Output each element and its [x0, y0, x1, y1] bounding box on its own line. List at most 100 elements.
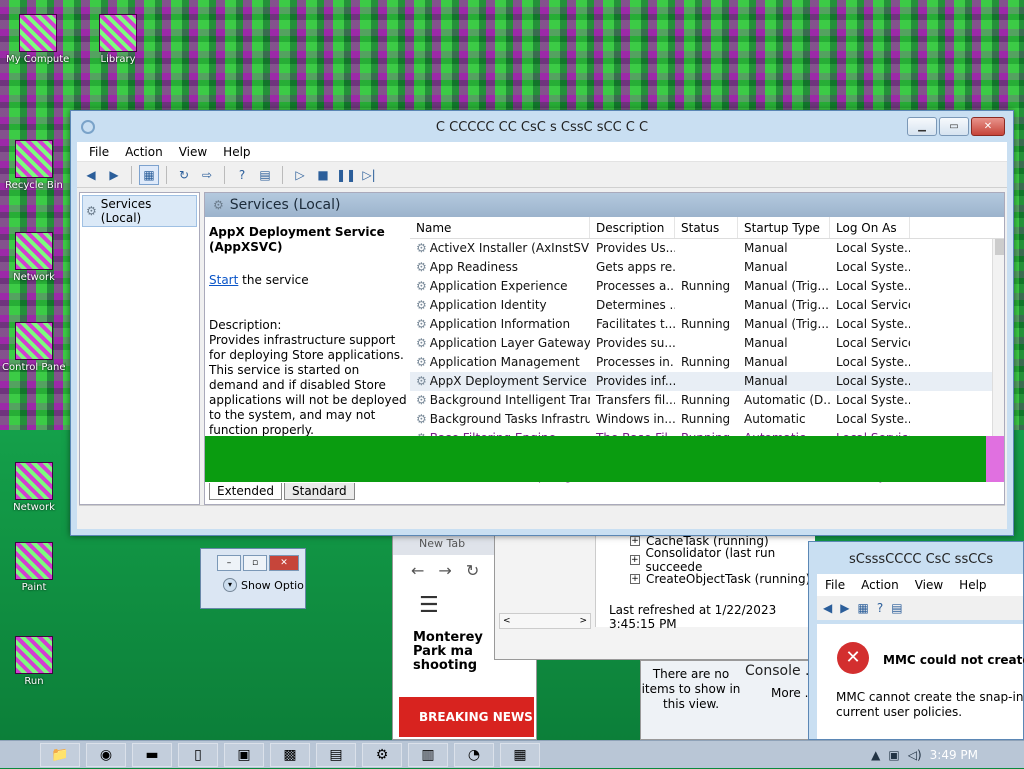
column-header-description[interactable]: Description — [590, 217, 675, 238]
help-icon[interactable]: ? — [232, 165, 252, 185]
reload-icon[interactable]: ↻ — [466, 561, 479, 580]
service-row[interactable]: ⚙ Application Layer Gateway ... Provides s… — [410, 334, 1004, 353]
service-row[interactable]: ⚙ App Readiness Gets apps re... Manual Local… — [410, 258, 1004, 277]
menu-action[interactable]: Action — [117, 145, 171, 159]
service-row[interactable]: ⚙ Application Identity Determines ... Manua… — [410, 296, 1004, 315]
task-scheduler-window[interactable]: + CacheTask (running) + Consolidator (last… — [494, 530, 815, 660]
breaking-news-banner[interactable]: BREAKING NEWS — [399, 697, 534, 737]
desktop-icon-recycle-bin[interactable]: Recycle Bin — [2, 140, 66, 191]
command-prompt-icon[interactable]: ▬ — [132, 742, 172, 767]
start-button[interactable] — [0, 741, 40, 769]
tab-extended[interactable]: Extended — [209, 483, 282, 500]
services-window[interactable]: C CCCCC CC CsC s CssC sCC C C ▁ ▭ ✕ File… — [70, 110, 1014, 536]
service-row[interactable]: ⚙ Application Management Processes in... Ru… — [410, 353, 1004, 372]
stop-service-icon[interactable]: ■ — [313, 165, 333, 185]
chrome-icon[interactable]: ◉ — [86, 742, 126, 767]
back-arrow-icon[interactable]: ◀ — [81, 165, 101, 185]
network-icon[interactable]: ▣ — [888, 748, 899, 762]
gear-icon: ⚙ — [416, 336, 427, 350]
forward-arrow-icon[interactable]: → — [438, 561, 451, 580]
mmc-error-window[interactable]: sCsssCCCC CsC ssCCs File Action View Hel… — [808, 541, 1024, 740]
minimize-button[interactable]: – — [217, 555, 241, 571]
service-cell-logon: Local Syste... — [836, 393, 910, 407]
clock-app-icon[interactable]: ◔ — [454, 742, 494, 767]
service-row[interactable]: ⚙ Background Tasks Infrastru... Windows in… — [410, 410, 1004, 429]
service-row[interactable]: ⚙ Background Intelligent Tran... Transfers… — [410, 391, 1004, 410]
service-row[interactable]: ⚙ AppX Deployment Service (... Provides in… — [410, 372, 1004, 391]
task-item[interactable]: + Consolidator (last run succeede — [596, 546, 815, 574]
task-scheduler-icon[interactable]: ▦ — [500, 742, 540, 767]
service-cell-name: ⚙ App Readiness — [416, 260, 519, 274]
more-actions-link[interactable]: More . — [771, 686, 808, 700]
desktop-icon-paint[interactable]: Paint — [2, 542, 66, 593]
export-list-icon[interactable]: ⇨ — [197, 165, 217, 185]
desktop-icon-run[interactable]: Run — [2, 636, 66, 687]
desktop-icon-control-panel[interactable]: Control Panel — [2, 322, 66, 373]
column-header-log-on-as[interactable]: Log On As — [830, 217, 910, 238]
expand-icon[interactable]: + — [630, 535, 640, 546]
remote-desktop-icon[interactable]: ▣ — [224, 742, 264, 767]
task-item[interactable]: + CreateObjectTask (running) — [596, 569, 815, 588]
file-explorer-icon[interactable]: 📁 — [40, 742, 80, 767]
services-taskbar-icon[interactable]: ⚙ — [362, 742, 402, 767]
tab-standard[interactable]: Standard — [284, 483, 355, 500]
properties-icon[interactable]: ▤ — [255, 165, 275, 185]
menu-action[interactable]: Action — [853, 578, 907, 592]
mmc-taskbar-icon[interactable]: ▥ — [408, 742, 448, 767]
desktop-icon-my-computer[interactable]: My Computer — [6, 14, 70, 65]
horizontal-scrollbar[interactable]: < > — [499, 613, 591, 629]
minimize-button[interactable]: ▁ — [907, 117, 937, 136]
menu-help[interactable]: Help — [215, 145, 258, 159]
back-arrow-icon[interactable]: ← — [411, 561, 424, 580]
desktop-icon-network[interactable]: Network — [2, 232, 66, 283]
restore-button[interactable]: ▫ — [243, 555, 267, 571]
expand-icon[interactable]: + — [630, 554, 640, 565]
show-options-toggle[interactable]: ▾ Show Optio — [223, 578, 304, 592]
service-row[interactable]: ⚙ Application Information Facilitates t...… — [410, 315, 1004, 334]
console-window[interactable]: There are no items to show in this view.… — [640, 660, 815, 740]
toolbox-icon[interactable]: ▩ — [270, 742, 310, 767]
desktop-icon-network-2[interactable]: Network — [2, 462, 66, 513]
expand-icon[interactable]: + — [630, 573, 640, 584]
service-cell-startup: Manual (Trig... — [744, 279, 829, 293]
volume-icon[interactable]: ◁) — [908, 748, 922, 762]
menu-file[interactable]: File — [81, 145, 117, 159]
service-row[interactable]: ⚙ ActiveX Installer (AxInstSV) Provides Us… — [410, 239, 1004, 258]
pause-service-icon[interactable]: ❚❚ — [336, 165, 356, 185]
desktop-icon-library[interactable]: Library — [86, 14, 150, 65]
back-arrow-icon[interactable]: ◀ — [823, 601, 832, 615]
menu-help[interactable]: Help — [951, 578, 994, 592]
restart-service-icon[interactable]: ▷| — [359, 165, 379, 185]
clock[interactable]: 3:49 PM — [930, 748, 978, 762]
forward-arrow-icon[interactable]: ▶ — [104, 165, 124, 185]
help-icon[interactable]: ? — [877, 601, 883, 615]
show-hidden-icons-icon[interactable]: ▲ — [871, 748, 880, 762]
service-row[interactable]: ⚙ Application Experience Processes a... Run… — [410, 277, 1004, 296]
notepad-icon[interactable]: ▯ — [178, 742, 218, 767]
close-button[interactable]: ✕ — [269, 555, 299, 571]
menu-file[interactable]: File — [817, 578, 853, 592]
service-cell-desc: Provides su... — [596, 336, 675, 350]
column-header-name[interactable]: Name — [410, 217, 590, 238]
column-header-startup-type[interactable]: Startup Type — [738, 217, 830, 238]
column-header-status[interactable]: Status — [675, 217, 738, 238]
start-service-icon[interactable]: ▷ — [290, 165, 310, 185]
remote-desktop-mini-window[interactable]: – ▫ ✕ ▾ Show Optio — [200, 548, 306, 609]
start-service-link[interactable]: Start — [209, 273, 238, 287]
menu-view[interactable]: View — [171, 145, 215, 159]
show-console-tree-icon[interactable]: ▦ — [139, 164, 159, 185]
refresh-icon[interactable]: ↻ — [174, 165, 194, 185]
show-console-tree-icon[interactable]: ▦ — [857, 601, 868, 615]
gear-icon: ⚙ — [416, 298, 427, 312]
scrollbar-thumb[interactable] — [995, 239, 1004, 255]
printer-icon[interactable]: ▤ — [316, 742, 356, 767]
scroll-left-icon[interactable]: < — [503, 616, 511, 626]
scroll-right-icon[interactable]: > — [579, 616, 587, 626]
properties-icon[interactable]: ▤ — [891, 601, 902, 615]
title-bar[interactable]: C CCCCC CC CsC s CssC sCC C C ▁ ▭ ✕ — [71, 111, 1013, 143]
menu-view[interactable]: View — [907, 578, 951, 592]
close-button[interactable]: ✕ — [971, 117, 1005, 136]
tree-item-services-local[interactable]: ⚙ Services (Local) — [82, 195, 197, 227]
forward-arrow-icon[interactable]: ▶ — [840, 601, 849, 615]
maximize-button[interactable]: ▭ — [939, 117, 969, 136]
